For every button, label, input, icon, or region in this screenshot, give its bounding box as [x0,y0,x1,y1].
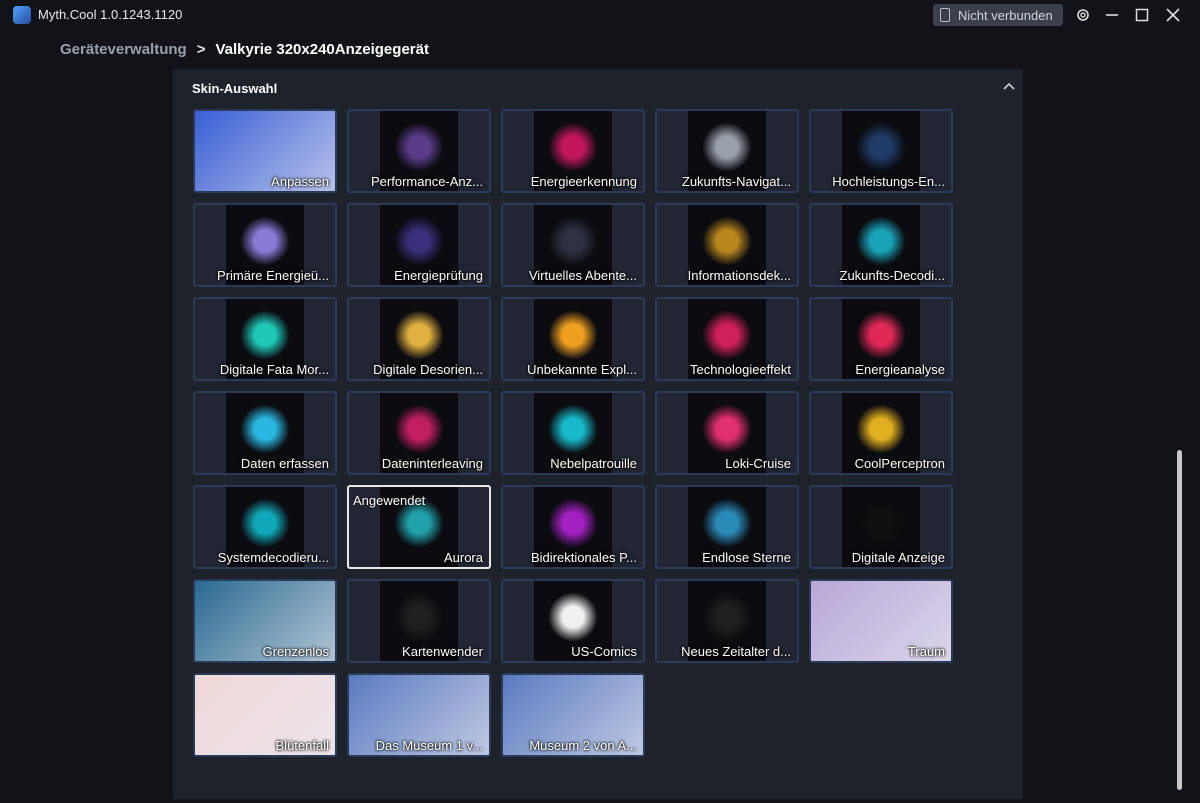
skin-label: Energieanalyse [855,362,945,377]
skin-card[interactable]: Systemdecodieru... [193,485,337,569]
skin-label: Das Museum 1 v... [375,738,483,753]
scrollbar-thumb[interactable] [1177,450,1182,790]
skin-label: Energieprüfung [394,268,483,283]
settings-icon[interactable] [1073,5,1093,25]
skin-card[interactable]: Das Museum 1 v... [347,673,491,757]
skin-label: Digitale Fata Mor... [219,362,329,377]
panel-title: Skin-Auswahl [192,81,278,96]
skin-label: CoolPerceptron [854,456,945,471]
skin-label: Informationsdek... [687,268,791,283]
skin-card[interactable]: Informationsdek... [655,203,799,287]
skin-label: Grenzenlos [262,644,329,659]
skin-grid: Anpassen Performance-Anz... Energieerkennu… [193,109,953,757]
skin-label: US-Comics [571,644,637,659]
skin-card[interactable]: Zukunfts-Decodi... [809,203,953,287]
skin-label: Hochleistungs-En... [832,174,945,189]
skin-card[interactable]: Hochleistungs-En... [809,109,953,193]
connection-status-button[interactable]: Nicht verbunden [933,4,1063,26]
breadcrumb-current-device: Valkyrie 320x240Anzeigegerät [215,41,429,58]
skin-card[interactable]: Nebelpatrouille [501,391,645,475]
skin-label: Nebelpatrouille [550,456,637,471]
skin-card[interactable]: Angewendet Aurora [347,485,491,569]
skin-card[interactable]: Blütenfall [193,673,337,757]
skin-label: Dateninterleaving [381,456,483,471]
chevron-up-icon[interactable] [1003,79,1015,93]
skin-label: Loki-Cruise [725,456,791,471]
skin-label: Kartenwender [402,644,483,659]
device-icon [940,8,950,22]
minimize-icon[interactable] [1102,5,1122,25]
skin-card[interactable]: Performance-Anz... [347,109,491,193]
skin-label: Anpassen [271,174,329,189]
close-icon[interactable] [1163,5,1183,25]
skin-card[interactable]: Unbekannte Expl... [501,297,645,381]
skin-card[interactable]: Loki-Cruise [655,391,799,475]
skin-card[interactable]: Virtuelles Abente... [501,203,645,287]
applied-badge: Angewendet [353,493,426,508]
skin-card[interactable]: Primäre Energieü... [193,203,337,287]
skin-card[interactable]: Energieprüfung [347,203,491,287]
skin-card[interactable]: US-Comics [501,579,645,663]
connection-status-label: Nicht verbunden [958,7,1053,23]
skin-label: Bidirektionales P... [531,550,637,565]
skin-card[interactable]: Digitale Fata Mor... [193,297,337,381]
skin-card[interactable]: Energieerkennung [501,109,645,193]
skin-label: Digitale Desorien... [373,362,483,377]
skin-card[interactable]: Digitale Desorien... [347,297,491,381]
skin-card[interactable]: Traum [809,579,953,663]
title-bar: Myth.Cool 1.0.1243.1120 Nicht verbunden [0,0,1200,30]
skin-label: Traum [907,644,945,659]
skin-label: Daten erfassen [240,456,329,471]
skin-card[interactable]: CoolPerceptron [809,391,953,475]
skin-card[interactable]: Anpassen [193,109,337,193]
skin-card[interactable]: Zukunfts-Navigat... [655,109,799,193]
skin-label: Virtuelles Abente... [528,268,637,283]
skin-label: Systemdecodieru... [217,550,329,565]
skin-label: Aurora [443,550,483,565]
skin-card[interactable]: Grenzenlos [193,579,337,663]
breadcrumb-device-management[interactable]: Geräteverwaltung [60,41,187,58]
skin-label: Blütenfall [275,738,329,753]
skin-label: Endlose Sterne [702,550,791,565]
skin-card[interactable]: Kartenwender [347,579,491,663]
skin-card[interactable]: Dateninterleaving [347,391,491,475]
app-logo-icon [13,6,31,24]
skin-card[interactable]: Daten erfassen [193,391,337,475]
skin-card[interactable]: Technologieeffekt [655,297,799,381]
skin-label: Technologieeffekt [690,362,791,377]
skin-card[interactable]: Neues Zeitalter d... [655,579,799,663]
skin-label: Neues Zeitalter d... [681,644,791,659]
skin-label: Performance-Anz... [371,174,483,189]
skin-card[interactable]: Endlose Sterne [655,485,799,569]
skin-label: Unbekannte Expl... [527,362,637,377]
skin-label: Primäre Energieü... [217,268,329,283]
skin-card[interactable]: Museum 2 von A... [501,673,645,757]
skin-card[interactable]: Bidirektionales P... [501,485,645,569]
breadcrumb: Geräteverwaltung > Valkyrie 320x240Anzei… [60,41,429,58]
skin-card[interactable]: Digitale Anzeige [809,485,953,569]
skin-label: Zukunfts-Decodi... [839,268,946,283]
breadcrumb-separator: > [196,41,206,58]
skin-label: Zukunfts-Navigat... [681,174,791,189]
skin-label: Energieerkennung [530,174,637,189]
skin-card[interactable]: Energieanalyse [809,297,953,381]
maximize-icon[interactable] [1132,5,1152,25]
app-title: Myth.Cool 1.0.1243.1120 [38,7,183,22]
skin-label: Digitale Anzeige [851,550,945,565]
skin-selection-panel: Skin-Auswahl Anpassen Performance-Anz... E… [173,69,1023,799]
skin-label: Museum 2 von A... [529,738,637,753]
